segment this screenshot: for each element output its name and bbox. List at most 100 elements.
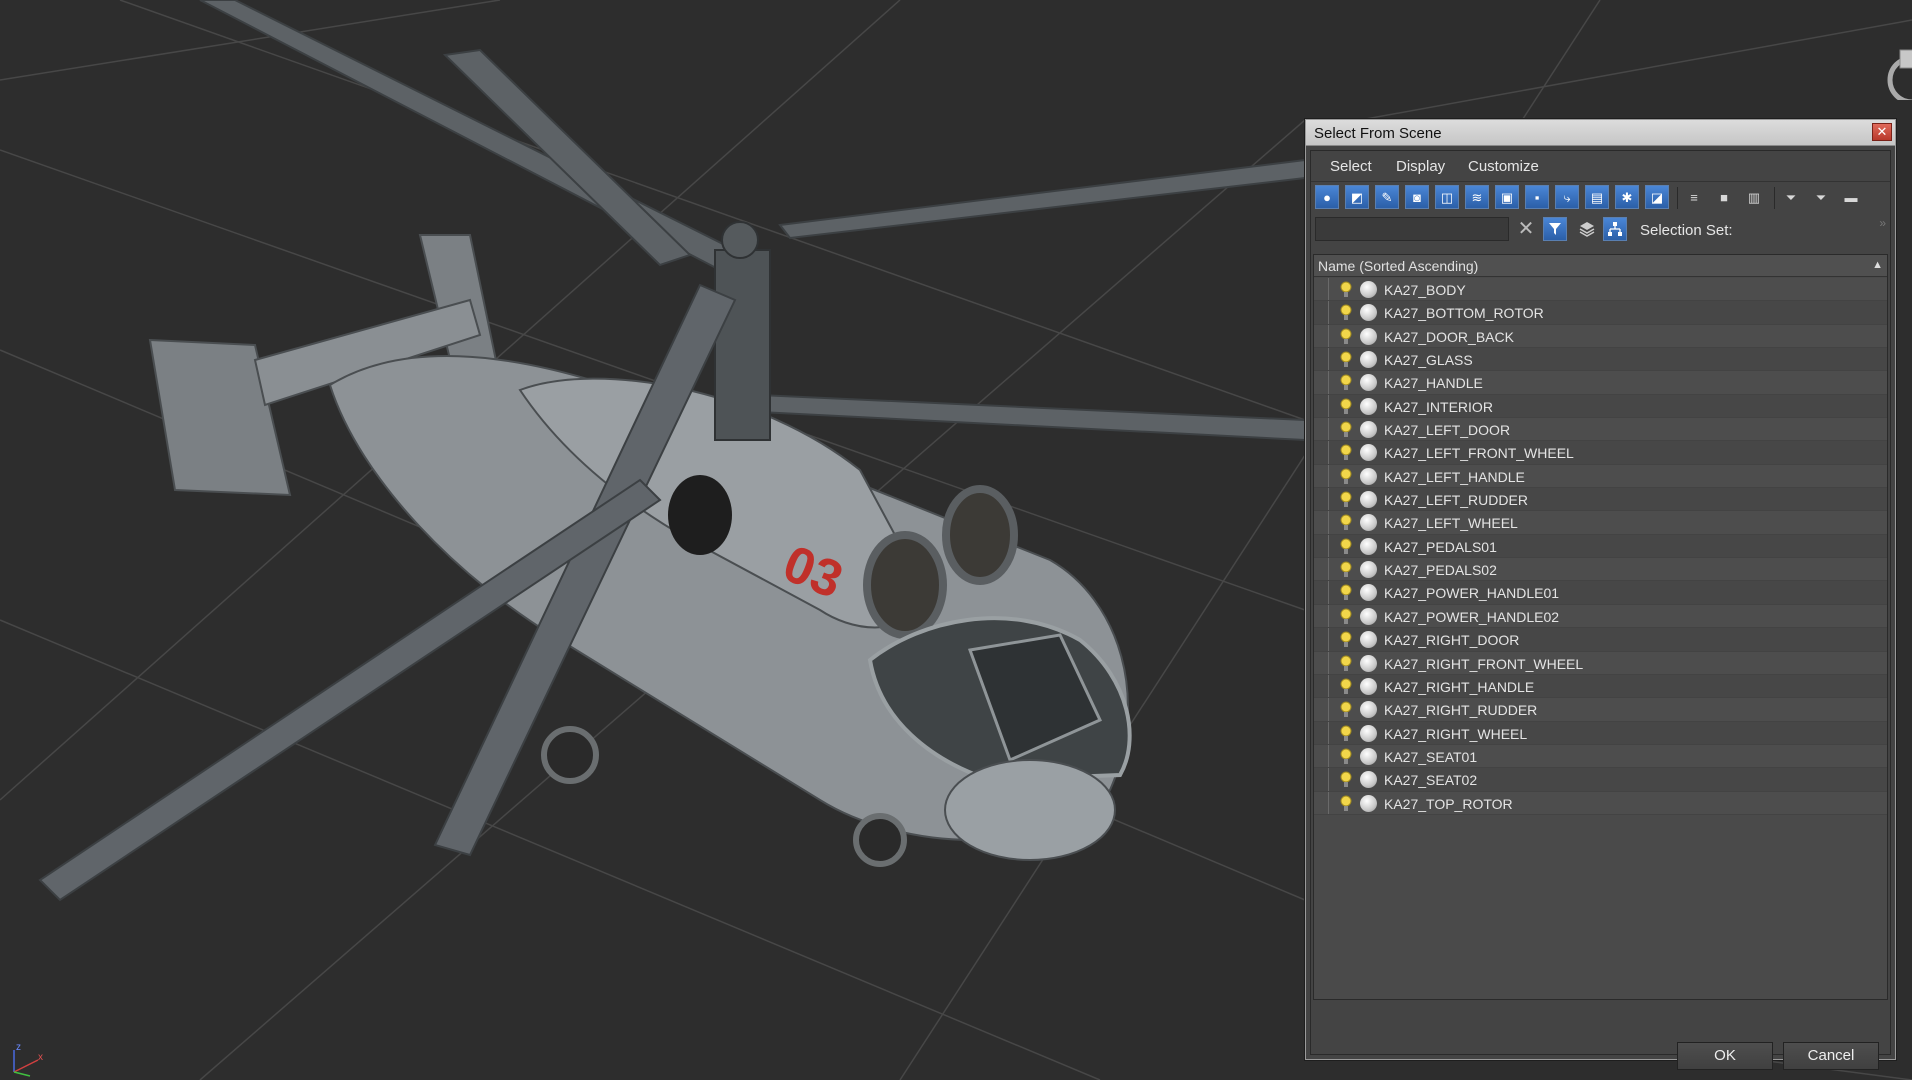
light-bulb-icon[interactable] bbox=[1339, 655, 1353, 673]
light-bulb-icon[interactable] bbox=[1339, 468, 1353, 486]
containers-filter-button[interactable]: ▤ bbox=[1585, 185, 1609, 209]
object-row[interactable]: KA27_SEAT02 bbox=[1314, 768, 1887, 792]
spacewarps-filter-button[interactable]: ≋ bbox=[1465, 185, 1489, 209]
select-none-button[interactable]: ■ bbox=[1712, 185, 1736, 209]
object-row[interactable]: KA27_LEFT_RUDDER bbox=[1314, 488, 1887, 512]
menu-select[interactable]: Select bbox=[1330, 158, 1372, 175]
object-name: KA27_PEDALS02 bbox=[1384, 562, 1497, 579]
helpers-filter-button[interactable]: ◫ bbox=[1435, 185, 1459, 209]
object-row[interactable]: KA27_HANDLE bbox=[1314, 371, 1887, 395]
light-bulb-icon[interactable] bbox=[1339, 725, 1353, 743]
hierarchy-button[interactable] bbox=[1603, 217, 1627, 241]
light-bulb-icon[interactable] bbox=[1339, 701, 1353, 719]
viewcube[interactable] bbox=[1872, 20, 1912, 100]
find-case-sensitive-button[interactable] bbox=[1543, 217, 1567, 241]
object-row[interactable]: KA27_RIGHT_HANDLE bbox=[1314, 674, 1887, 699]
light-bulb-icon[interactable] bbox=[1339, 281, 1353, 299]
geometry-filter-button[interactable]: ● bbox=[1315, 185, 1339, 209]
hidden-filter-button[interactable]: ◪ bbox=[1645, 185, 1669, 209]
select-invert-button[interactable]: ▥ bbox=[1742, 185, 1766, 209]
object-row[interactable]: KA27_LEFT_WHEEL bbox=[1314, 511, 1887, 535]
object-row[interactable]: KA27_POWER_HANDLE01 bbox=[1314, 581, 1887, 605]
search-input[interactable] bbox=[1315, 217, 1509, 241]
light-bulb-icon[interactable] bbox=[1339, 351, 1353, 369]
object-name: KA27_BOTTOM_ROTOR bbox=[1384, 305, 1544, 322]
object-row[interactable]: KA27_PEDALS02 bbox=[1314, 558, 1887, 582]
object-row[interactable]: KA27_RIGHT_DOOR bbox=[1314, 628, 1887, 652]
scene-explorer-list[interactable]: Name (Sorted Ascending) ▲ KA27_BODY KA27_… bbox=[1313, 254, 1888, 1000]
menu-display[interactable]: Display bbox=[1396, 158, 1445, 175]
tree-line bbox=[1328, 558, 1329, 581]
object-row[interactable]: KA27_TOP_ROTOR bbox=[1314, 791, 1887, 815]
light-bulb-icon[interactable] bbox=[1339, 514, 1353, 532]
object-row[interactable]: KA27_RIGHT_FRONT_WHEEL bbox=[1314, 651, 1887, 675]
object-row[interactable]: KA27_GLASS bbox=[1314, 348, 1887, 372]
light-bulb-icon[interactable] bbox=[1339, 561, 1353, 579]
light-bulb-icon[interactable] bbox=[1339, 421, 1353, 439]
light-bulb-icon[interactable] bbox=[1339, 491, 1353, 509]
tree-line bbox=[1328, 441, 1329, 464]
geometry-object-icon bbox=[1360, 351, 1377, 369]
object-row[interactable]: KA27_RIGHT_WHEEL bbox=[1314, 721, 1887, 745]
ok-button[interactable]: OK bbox=[1677, 1042, 1773, 1070]
light-bulb-icon[interactable] bbox=[1339, 538, 1353, 556]
light-bulb-icon[interactable] bbox=[1339, 444, 1353, 462]
light-bulb-icon[interactable] bbox=[1339, 398, 1353, 416]
light-bulb-icon[interactable] bbox=[1339, 771, 1353, 789]
lights-filter-button[interactable]: ✎ bbox=[1375, 185, 1399, 209]
tree-line bbox=[1328, 371, 1329, 394]
cameras-filter-button[interactable]: ◙ bbox=[1405, 185, 1429, 209]
object-row[interactable]: KA27_LEFT_DOOR bbox=[1314, 418, 1887, 442]
light-bulb-icon[interactable] bbox=[1339, 631, 1353, 649]
bones-filter-button[interactable]: ⤷ bbox=[1555, 185, 1579, 209]
object-row[interactable]: KA27_DOOR_BACK bbox=[1314, 324, 1887, 349]
menu-customize[interactable]: Customize bbox=[1468, 158, 1539, 175]
filter-options-button[interactable]: ⏷ bbox=[1809, 185, 1833, 209]
tree-line bbox=[1328, 744, 1329, 768]
cancel-button[interactable]: Cancel bbox=[1783, 1042, 1879, 1070]
lights-filter-icon: ✎ bbox=[1381, 189, 1393, 205]
layers-button[interactable] bbox=[1575, 217, 1599, 241]
object-row[interactable]: KA27_PEDALS01 bbox=[1314, 534, 1887, 559]
more-icon[interactable]: » bbox=[1879, 216, 1886, 230]
dialog-title: Select From Scene bbox=[1314, 125, 1442, 142]
object-name: KA27_RIGHT_RUDDER bbox=[1384, 702, 1538, 719]
close-button[interactable]: ✕ bbox=[1872, 123, 1892, 141]
light-bulb-icon[interactable] bbox=[1339, 328, 1353, 346]
tree-line bbox=[1328, 604, 1329, 628]
dialog-titlebar[interactable]: Select From Scene ✕ bbox=[1306, 120, 1895, 146]
xrefs-filter-button[interactable]: ▪ bbox=[1525, 185, 1549, 209]
light-bulb-icon[interactable] bbox=[1339, 608, 1353, 626]
geometry-object-icon bbox=[1360, 444, 1377, 462]
object-row[interactable]: KA27_SEAT01 bbox=[1314, 744, 1887, 769]
object-row[interactable]: KA27_RIGHT_RUDDER bbox=[1314, 698, 1887, 722]
light-bulb-icon[interactable] bbox=[1339, 748, 1353, 766]
shapes-filter-button[interactable]: ◩ bbox=[1345, 185, 1369, 209]
object-row[interactable]: KA27_LEFT_HANDLE bbox=[1314, 464, 1887, 489]
groups-filter-button[interactable]: ▣ bbox=[1495, 185, 1519, 209]
object-row[interactable]: KA27_BODY bbox=[1314, 278, 1887, 302]
frozen-filter-button[interactable]: ✱ bbox=[1615, 185, 1639, 209]
column-header-label: Name (Sorted Ascending) bbox=[1318, 258, 1479, 274]
light-bulb-icon[interactable] bbox=[1339, 374, 1353, 392]
object-name: KA27_DOOR_BACK bbox=[1384, 328, 1514, 345]
object-row[interactable]: KA27_LEFT_FRONT_WHEEL bbox=[1314, 441, 1887, 465]
hierarchy-view-button[interactable]: ▬ bbox=[1839, 185, 1863, 209]
object-row[interactable]: KA27_POWER_HANDLE02 bbox=[1314, 604, 1887, 629]
light-bulb-icon[interactable] bbox=[1339, 678, 1353, 696]
select-all-button[interactable]: ≡ bbox=[1682, 185, 1706, 209]
object-name: KA27_PEDALS01 bbox=[1384, 538, 1497, 555]
select-from-scene-dialog[interactable]: Select From Scene ✕ Select Display Custo… bbox=[1305, 119, 1896, 1070]
light-bulb-icon[interactable] bbox=[1339, 584, 1353, 602]
filter-button[interactable]: ⏷ bbox=[1779, 185, 1803, 209]
axis-z-label: z bbox=[16, 1042, 21, 1053]
name-column-header[interactable]: Name (Sorted Ascending) ▲ bbox=[1314, 255, 1887, 277]
spacewarps-filter-icon: ≋ bbox=[1471, 189, 1483, 205]
object-name: KA27_LEFT_WHEEL bbox=[1384, 515, 1518, 532]
light-bulb-icon[interactable] bbox=[1339, 304, 1353, 322]
light-bulb-icon[interactable] bbox=[1339, 795, 1353, 813]
object-row[interactable]: KA27_INTERIOR bbox=[1314, 394, 1887, 419]
object-row[interactable]: KA27_BOTTOM_ROTOR bbox=[1314, 301, 1887, 325]
geometry-object-icon bbox=[1360, 397, 1377, 415]
clear-search-icon[interactable]: ✕ bbox=[1515, 218, 1537, 240]
